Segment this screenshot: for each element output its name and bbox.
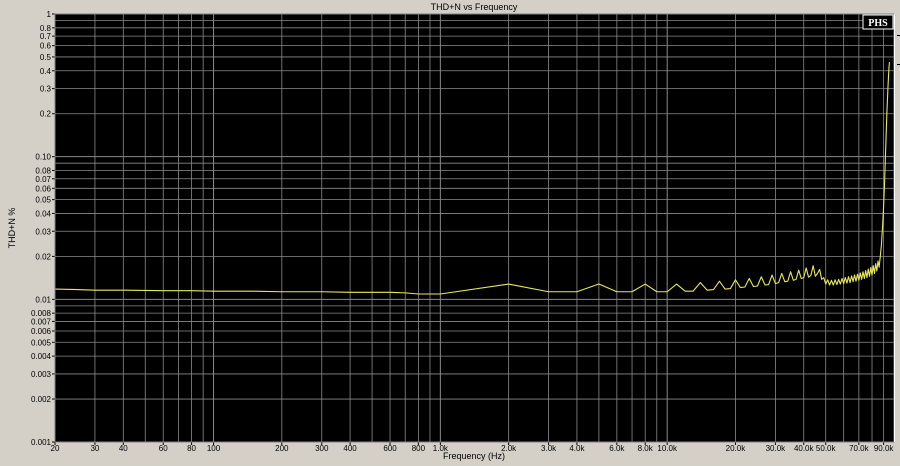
x-tick-label: 50.0k [816,444,837,453]
x-axis-label: Frequency (Hz) [443,451,505,461]
x-tick-label: 70.0k [849,444,870,453]
y-tick-label: 0.01 [35,295,51,304]
phs-badge: PHS [868,18,888,29]
y-tick-label: 0.005 [31,338,52,347]
y-tick-label: 0.02 [35,252,51,261]
y-tick-label: 0.2 [40,110,52,119]
x-tick-label: 6.0k [609,444,625,453]
x-tick-label: 10.0k [657,444,678,453]
y-tick-label: 0.7 [40,32,52,41]
chart-svg: 20 30 40 60 80 100 200 300 400 600 800 1.0k 2.0k 3.0k… [0,0,900,461]
y-tick-label: 1 [47,10,52,19]
x-tick-label: 100 [207,444,221,453]
x-tick-label: 30 [90,444,99,453]
y-tick-label: 0.05 [35,196,51,205]
y-tick-label: 0.07 [35,175,51,184]
y-tick-label: 0.007 [31,317,52,326]
legend-strip[interactable] [894,14,900,442]
y-tick-label: 0.04 [35,209,51,218]
x-tick-label: 20 [51,444,60,453]
x-tick-label: 8.0k [638,444,654,453]
x-tick-label: 200 [275,444,289,453]
chart-title: THD+N vs Frequency [431,2,518,12]
x-tick-label: 600 [383,444,397,453]
x-tick-label: 30.0k [766,444,787,453]
y-tick-label: 0.10 [35,153,51,162]
y-tick-label: 0.003 [31,370,52,379]
x-tick-label: 4.0k [569,444,585,453]
x-tick-label: 80 [187,444,196,453]
y-tick-label: 0.002 [31,395,52,404]
y-tick-label: 0.06 [35,184,51,193]
y-axis-label: THD+N % [7,208,17,249]
x-tick-label: 400 [343,444,357,453]
y-tick-label: 0.006 [31,327,52,336]
x-tick-label: 300 [315,444,329,453]
thdn-chart: 20 30 40 60 80 100 200 300 400 600 800 1.0k 2.0k 3.0k… [0,0,900,461]
x-tick-label: 90.0k [874,444,895,453]
x-tick-label: 20.0k [726,444,747,453]
y-tick-label: 0.001 [31,438,52,447]
x-tick-label: 60 [159,444,168,453]
x-tick-label: 40.0k [794,444,815,453]
x-tick-label: 40 [119,444,128,453]
x-tick-label: 3.0k [541,444,557,453]
y-tick-label: 0.3 [40,85,52,94]
y-tick-label: 0.03 [35,227,51,236]
y-tick-label: 0.004 [31,352,52,361]
y-tick-label: 0.6 [40,42,52,51]
x-tick-label: 800 [412,444,426,453]
y-tick-label: 0.5 [40,53,52,62]
plot-area [55,14,894,442]
y-tick-label: 0.4 [40,67,52,76]
